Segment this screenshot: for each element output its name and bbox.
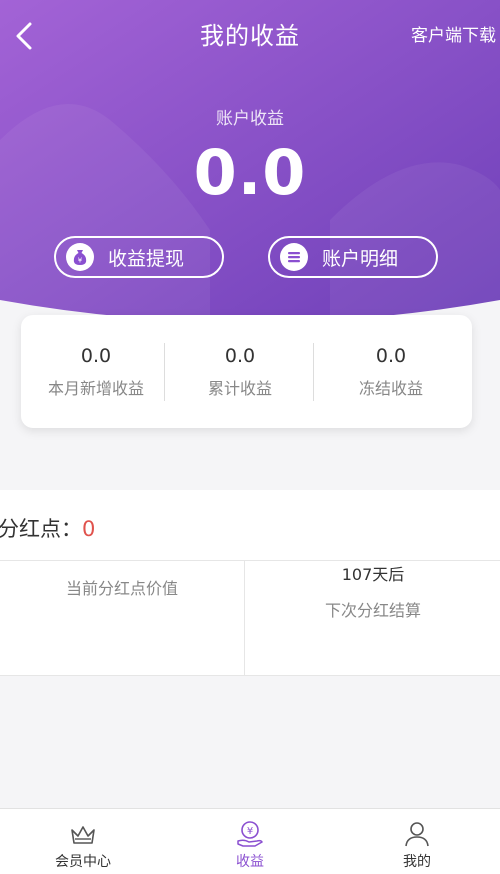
earnings-stats-card: 0.0 本月新增收益 0.0 累计收益 0.0 冻结收益 xyxy=(21,315,472,428)
person-icon xyxy=(405,822,429,847)
tab-label: 我的 xyxy=(403,854,431,870)
crown-icon xyxy=(71,826,95,844)
tab-earnings[interactable]: ¥ 收益 xyxy=(167,809,333,874)
account-detail-button[interactable]: 账户明细 xyxy=(268,236,438,278)
section-divider xyxy=(0,675,500,676)
tab-label: 会员中心 xyxy=(55,854,111,870)
stat-monthly-new: 0.0 本月新增收益 xyxy=(21,315,171,428)
stat-label: 累计收益 xyxy=(207,379,272,398)
next-settlement-days: 107天后 xyxy=(341,565,405,584)
account-earnings-value: 0.0 xyxy=(193,136,307,209)
client-download-link[interactable]: 客户端下载 xyxy=(411,21,496,46)
account-detail-label: 账户明细 xyxy=(322,247,399,270)
stat-divider xyxy=(313,343,314,401)
list-icon xyxy=(280,243,308,271)
dividend-points: 分红点：0 xyxy=(0,513,95,543)
tab-member-center[interactable]: 会员中心 xyxy=(0,809,166,874)
account-earnings-label: 账户收益 xyxy=(216,109,284,129)
dividend-header: 分红点：0 xyxy=(0,490,500,561)
earnings-header: 我的收益 客户端下载 账户收益 0.0 ¥ 收益提现 账户明细 xyxy=(0,0,500,330)
stat-value: 0.0 xyxy=(375,345,407,367)
tab-label: 收益 xyxy=(236,854,264,870)
stat-label: 冻结收益 xyxy=(358,379,423,398)
money-bag-icon: ¥ xyxy=(66,243,94,271)
withdraw-button[interactable]: ¥ 收益提现 xyxy=(54,236,224,278)
stat-value: 0.0 xyxy=(80,345,112,367)
coin-hand-icon: ¥ xyxy=(237,821,263,847)
current-dividend-value-cell: 当前分红点价值 xyxy=(0,561,245,675)
next-settlement-cell: 107天后 下次分红结算 xyxy=(246,561,500,675)
dividend-section: 分红点：0 当前分红点价值 107天后 下次分红结算 xyxy=(0,490,500,675)
bottom-tab-bar: 会员中心 ¥ 收益 我的 xyxy=(0,808,500,874)
dividend-points-label: 分红点： xyxy=(0,517,82,541)
svg-text:¥: ¥ xyxy=(78,257,83,265)
svg-text:¥: ¥ xyxy=(247,826,253,837)
stat-label: 本月新增收益 xyxy=(47,379,144,398)
next-settlement-caption: 下次分红结算 xyxy=(324,601,421,620)
stat-value: 0.0 xyxy=(224,345,256,367)
dividend-points-count: 0 xyxy=(82,517,96,541)
top-navigation-bar: 我的收益 客户端下载 xyxy=(0,0,500,68)
stat-cumulative: 0.0 累计收益 xyxy=(165,315,315,428)
current-dividend-value-caption: 当前分红点价值 xyxy=(65,579,178,598)
stat-frozen: 0.0 冻结收益 xyxy=(316,315,466,428)
tab-mine[interactable]: 我的 xyxy=(334,809,500,874)
withdraw-label: 收益提现 xyxy=(108,247,185,270)
